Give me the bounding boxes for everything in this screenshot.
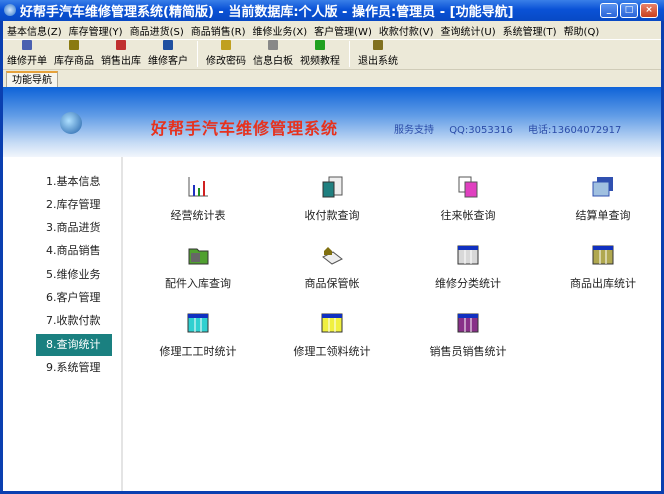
function-label: 商品出库统计: [570, 277, 636, 290]
sidebar-item-2[interactable]: 2.库存管理: [36, 194, 112, 216]
function-配件入库查询[interactable]: 配件入库查询: [133, 243, 263, 291]
function-label: 配件入库查询: [165, 277, 231, 290]
toolbar-button-库存商品[interactable]: 库存商品: [54, 38, 94, 69]
support-label: 服务支持: [394, 125, 434, 136]
toolbar-button-label: 信息白板: [253, 56, 293, 67]
menu-item[interactable]: 帮助(Q): [564, 23, 600, 38]
warehouse-icon: [69, 40, 79, 50]
function-维修分类统计[interactable]: 维修分类统计: [403, 243, 533, 291]
toolbar-button-label: 维修开单: [7, 56, 47, 67]
window-title: 好帮手汽车维修管理系统(精简版) - 当前数据库:个人版 - 操作员:管理员 -…: [20, 5, 514, 20]
logo-icon: [60, 112, 82, 134]
title-bar[interactable]: 好帮手汽车维修管理系统(精简版) - 当前数据库:个人版 - 操作员:管理员 -…: [0, 0, 664, 21]
function-label: 经营统计表: [170, 209, 226, 222]
stacked-forms-icon: [592, 177, 613, 197]
whiteboard-icon: [268, 40, 278, 50]
sidebar-item-7[interactable]: 7.收款付款: [36, 310, 112, 332]
menu-item[interactable]: 库存管理(Y): [69, 23, 123, 38]
toolbar-button-信息白板[interactable]: 信息白板: [253, 38, 293, 69]
function-label: 商品保管帐: [304, 277, 360, 290]
sidebar-item-8[interactable]: 8.查询统计: [36, 334, 112, 356]
toolbar-button-修改密码[interactable]: 修改密码: [206, 38, 246, 69]
function-label: 收付款查询: [304, 209, 360, 222]
function-label: 往来帐查询: [440, 209, 496, 222]
close-button[interactable]: ×: [640, 3, 658, 18]
toolbar-button-销售出库[interactable]: 销售出库: [101, 38, 141, 69]
sidebar: 1.基本信息 2.库存管理 3.商品进货 4.商品销售 5.维修业务 6.客户管理 7.收款…: [3, 157, 123, 491]
menu-item[interactable]: 客户管理(W): [314, 23, 372, 38]
support-phone: 电话:13604072917: [528, 125, 622, 136]
sidebar-item-5[interactable]: 5.维修业务: [36, 264, 112, 286]
minimize-button[interactable]: _: [600, 3, 618, 18]
function-商品出库统计[interactable]: 商品出库统计: [538, 243, 664, 291]
exit-door-icon: [373, 40, 383, 50]
house-ledger-icon: [322, 247, 343, 265]
tab-function-nav[interactable]: 功能导航: [6, 71, 58, 88]
function-往来帐查询[interactable]: 往来帐查询: [403, 175, 533, 223]
yellow-table-icon: [321, 313, 343, 333]
function-修理工领料统计[interactable]: 修理工领料统计: [267, 311, 397, 359]
help-video-icon: [315, 40, 325, 50]
sidebar-item-4[interactable]: 4.商品销售: [36, 240, 112, 262]
tab-strip: 功能导航: [3, 69, 661, 88]
app-icon: [4, 4, 16, 16]
sidebar-item-3[interactable]: 3.商品进货: [36, 217, 112, 239]
gray-table-icon: [457, 245, 479, 265]
cyan-table-icon: [187, 313, 209, 333]
toolbar-separator: [349, 41, 350, 67]
toolbar-button-label: 视频教程: [300, 56, 340, 67]
toolbar-button-label: 退出系统: [358, 56, 398, 67]
menu-bar: 基本信息(Z) 库存管理(Y) 商品进货(S) 商品销售(R) 维修业务(X) 客户管理(…: [3, 21, 661, 39]
toolbar-button-维修开单[interactable]: 维修开单: [7, 38, 47, 69]
toolbar-button-退出系统[interactable]: 退出系统: [358, 38, 398, 69]
support-info: 服务支持 QQ:3053316 电话:13604072917: [394, 121, 633, 136]
parts-folder-icon: [188, 248, 209, 265]
key-icon: [221, 40, 231, 50]
function-label: 修理工工时统计: [159, 345, 237, 358]
chart-icon: [188, 177, 208, 197]
documents-icon: [458, 176, 478, 198]
toolbar-button-label: 销售出库: [101, 56, 141, 67]
menu-item[interactable]: 收款付款(V): [379, 23, 434, 38]
function-销售员销售统计[interactable]: 销售员销售统计: [403, 311, 533, 359]
function-修理工工时统计[interactable]: 修理工工时统计: [133, 311, 263, 359]
toolbar-button-维修客户[interactable]: 维修客户: [148, 38, 188, 69]
toolbar-button-视频教程[interactable]: 视频教程: [300, 38, 340, 69]
brand-title: 好帮手汽车维修管理系统: [151, 119, 339, 138]
menu-item[interactable]: 查询统计(U): [441, 23, 496, 38]
maximize-button[interactable]: □: [620, 3, 638, 18]
function-label: 结算单查询: [575, 209, 631, 222]
sidebar-item-1[interactable]: 1.基本信息: [36, 171, 112, 193]
repair-order-icon: [22, 40, 32, 50]
function-grid: 经营统计表 收付款查询 往来帐查询 结算单查询配件入库查询 商品保管帐 维修分类统计 商品出…: [125, 157, 661, 491]
function-收付款查询[interactable]: 收付款查询: [267, 175, 397, 223]
function-label: 修理工领料统计: [293, 345, 371, 358]
function-经营统计表[interactable]: 经营统计表: [133, 175, 263, 223]
purple-table-icon: [457, 313, 479, 333]
toolbar-separator: [197, 41, 198, 67]
toolbar-button-label: 维修客户: [148, 56, 188, 67]
sidebar-item-6[interactable]: 6.客户管理: [36, 287, 112, 309]
toolbar-button-label: 库存商品: [54, 56, 94, 67]
sidebar-item-9[interactable]: 9.系统管理: [36, 357, 112, 379]
function-label: 维修分类统计: [435, 277, 501, 290]
menu-item[interactable]: 维修业务(X): [253, 23, 308, 38]
customer-icon: [163, 40, 173, 50]
menu-item[interactable]: 商品进货(S): [130, 23, 184, 38]
menu-item[interactable]: 基本信息(Z): [7, 23, 62, 38]
toolbar: 维修开单 库存商品 销售出库 维修客户 修改密码 信息白板 视频教程 退出系统: [3, 39, 661, 69]
toolbar-button-label: 修改密码: [206, 56, 246, 67]
function-商品保管帐[interactable]: 商品保管帐: [267, 243, 397, 291]
olive-table-icon: [592, 245, 614, 265]
function-结算单查询[interactable]: 结算单查询: [538, 175, 664, 223]
banner: 好帮手汽车维修管理系统 服务支持 QQ:3053316 电话:136040729…: [3, 87, 661, 157]
menu-item[interactable]: 商品销售(R): [191, 23, 246, 38]
function-label: 销售员销售统计: [429, 345, 507, 358]
menu-item[interactable]: 系统管理(T): [503, 23, 557, 38]
sales-out-icon: [116, 40, 126, 50]
calculator-icon: [322, 176, 343, 198]
support-qq: QQ:3053316: [449, 125, 513, 136]
